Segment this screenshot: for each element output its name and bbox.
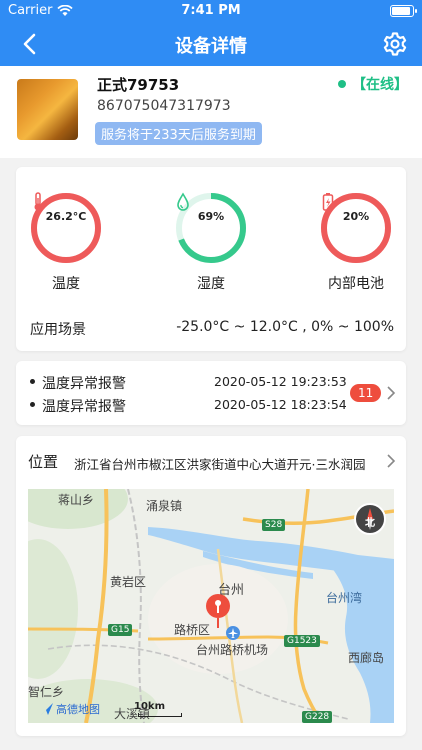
device-id: 867075047317973 (97, 98, 231, 114)
alarm-item: 温度异常报警 2020-05-12 18:23:54 (26, 395, 376, 415)
online-dot-icon (338, 80, 346, 88)
compass-icon[interactable]: 北 (354, 503, 386, 535)
road-sign: G15 (108, 624, 133, 636)
thermometer-icon (34, 192, 42, 211)
amap-logo-icon (41, 703, 53, 715)
status-time: 7:41 PM (181, 3, 241, 18)
alarm-text: 温度异常报警 (42, 376, 126, 392)
location-card: 位置 浙江省台州市椒江区洪家街道中心大道开元·三水润园 蒋山乡 涌泉镇 黄岩区 … (16, 436, 406, 736)
chevron-right-icon[interactable] (386, 453, 396, 469)
map-scale-bar (138, 713, 182, 717)
battery-charging-icon (322, 193, 334, 211)
map-place-label: 西廊岛 (348, 651, 385, 665)
sensor-card: 26.2°C 温度 69% 湿度 20% 内部电池 应用场景 -25.0°C ~… (16, 167, 406, 351)
location-label: 位置 (28, 453, 59, 471)
service-expiry-badge: 服务将于233天后服务到期 (95, 122, 262, 145)
online-status-label: 【在线】 (352, 77, 408, 93)
compass-north-label: 北 (365, 518, 375, 529)
bullet-icon (30, 379, 35, 384)
road-sign: G1523 (284, 635, 320, 647)
temperature-label: 温度 (52, 276, 80, 292)
alarm-item: 温度异常报警 2020-05-12 19:23:53 (26, 372, 376, 392)
alarm-card[interactable]: 温度异常报警 2020-05-12 19:23:53 温度异常报警 2020-0… (16, 361, 406, 425)
map-place-label: 蒋山乡 (58, 493, 95, 507)
airport-icon (226, 626, 240, 640)
map-view[interactable]: 蒋山乡 涌泉镇 黄岩区 台州 路桥区 台州路桥机场 台州湾 西廊岛 智仁乡 大溪… (28, 489, 394, 723)
scene-value: -25.0°C ~ 12.0°C , 0% ~ 100% (176, 319, 394, 335)
device-name: 正式79753 (97, 76, 180, 94)
road-sign: S28 (262, 519, 286, 531)
location-pin-icon (206, 594, 230, 628)
nav-bar: 设备详情 (0, 22, 422, 66)
alarm-time: 2020-05-12 19:23:53 (214, 374, 347, 389)
alarm-count-badge: 11 (350, 384, 382, 402)
alarm-text: 温度异常报警 (42, 399, 126, 415)
map-place-label: 黄岩区 (110, 575, 147, 589)
scene-label: 应用场景 (30, 322, 86, 338)
battery-label: 内部电池 (328, 276, 384, 292)
map-logo-text: 高德地图 (56, 703, 100, 716)
road-sign: G228 (302, 711, 333, 723)
battery-gauge: 20% (320, 192, 392, 264)
chevron-right-icon (387, 386, 396, 400)
battery-icon (390, 5, 417, 17)
page-title: 设备详情 (175, 36, 247, 57)
settings-button[interactable] (382, 31, 408, 57)
map-place-label: 台州湾 (326, 591, 363, 605)
alarm-time: 2020-05-12 18:23:54 (214, 397, 347, 412)
temperature-gauge: 26.2°C (30, 192, 102, 264)
bullet-icon (30, 402, 35, 407)
map-place-label: 智仁乡 (28, 685, 65, 699)
online-status: 【在线】 (338, 74, 408, 94)
water-drop-icon (177, 192, 189, 211)
device-header: 正式79753 867075047317973 服务将于233天后服务到期 【在… (0, 66, 422, 158)
humidity-gauge: 69% (175, 192, 247, 264)
humidity-label: 湿度 (197, 276, 225, 292)
location-address[interactable]: 浙江省台州市椒江区洪家街道中心大道开元·三水润园 (74, 454, 365, 473)
status-bar: Carrier 7:41 PM (0, 0, 422, 22)
map-place-label: 台州路桥机场 (196, 643, 269, 657)
map-place-label: 涌泉镇 (146, 499, 183, 513)
map-logo: 高德地图 (40, 701, 100, 717)
map-scale-label: 10km (134, 701, 165, 712)
device-thumbnail (17, 79, 78, 140)
